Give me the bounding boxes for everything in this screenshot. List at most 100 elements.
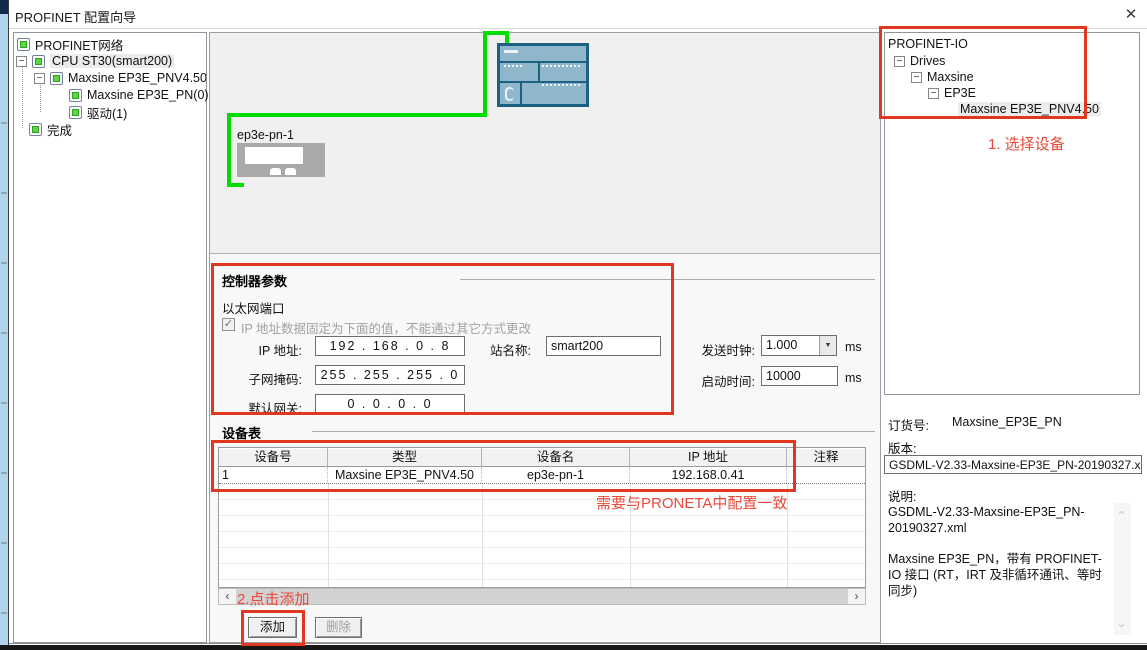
column-header-device-no[interactable]: 设备号 xyxy=(219,448,328,467)
cell-type: Maxsine EP3E_PNV4.50 xyxy=(328,467,482,483)
table-horizontal-scrollbar[interactable]: ‹ › xyxy=(218,588,866,605)
collapse-icon[interactable]: − xyxy=(894,56,905,67)
table-row[interactable]: 1 Maxsine EP3E_PNV4.50 ep3e-pn-1 192.168… xyxy=(219,467,865,484)
tree-guide-line xyxy=(22,64,23,128)
page-icon xyxy=(50,72,63,85)
cell-ip: 192.168.0.41 xyxy=(630,467,787,483)
catalog-item-label: EP3E xyxy=(944,86,976,100)
column-header-ip[interactable]: IP 地址 xyxy=(630,448,787,467)
catalog-item-label: Maxsine EP3E_PNV4.50 xyxy=(958,102,1101,116)
station-name-field[interactable]: smart200 xyxy=(546,336,661,356)
scroll-up-icon[interactable]: ‹ xyxy=(1115,506,1130,519)
catalog-item-profinet-io[interactable]: PROFINET-IO xyxy=(888,36,968,52)
catalog-item-drives[interactable]: − Drives xyxy=(894,53,945,69)
cell-device-no: 1 xyxy=(219,467,328,483)
profinet-wire xyxy=(483,31,487,117)
add-button[interactable]: 添加 xyxy=(248,617,297,638)
collapse-icon[interactable]: − xyxy=(928,88,939,99)
nav-item-maxsine-ep3e-pn0[interactable]: Maxsine EP3E_PN(0) xyxy=(69,87,209,103)
startup-time-label: 启动时间: xyxy=(678,371,755,390)
catalog-item-label: Maxsine xyxy=(927,70,974,84)
annotation-step2: 2.点击添加 xyxy=(237,588,310,609)
ip-address-label: IP 地址: xyxy=(222,340,302,359)
nav-item-label: Maxsine EP3E_PNV4.50-ep3e xyxy=(68,71,206,85)
background-app-bottom xyxy=(0,645,1147,650)
gateway-field[interactable]: 0 . 0 . 0 . 0 xyxy=(315,394,465,414)
description-label: 说明: xyxy=(888,486,916,505)
group-separator xyxy=(460,279,875,280)
station-name-label: 站名称: xyxy=(490,340,531,359)
startup-time-field[interactable]: 10000 xyxy=(761,366,838,386)
profinet-wire xyxy=(227,113,231,187)
send-clock-combobox[interactable]: 1.000 ▼ xyxy=(761,335,837,356)
catalog-item-ep3e[interactable]: − EP3E xyxy=(928,85,976,101)
annotation-step1: 1. 选择设备 xyxy=(988,133,1065,154)
scroll-down-icon[interactable]: › xyxy=(1115,619,1130,632)
column-header-type[interactable]: 类型 xyxy=(328,448,482,467)
nav-item-label: 完成 xyxy=(47,120,72,139)
catalog-item-maxsine[interactable]: − Maxsine xyxy=(911,69,974,85)
background-app-marks xyxy=(1,60,7,640)
collapse-icon[interactable]: − xyxy=(911,72,922,83)
scroll-left-icon[interactable]: ‹ xyxy=(219,589,236,604)
cell-comment xyxy=(787,467,865,483)
background-app-fragment xyxy=(0,0,8,14)
profinet-wire xyxy=(227,113,487,117)
ip-fixed-checkbox-label: IP 地址数据固定为下面的值，不能通过其它方式更改 xyxy=(241,318,531,337)
collapse-icon[interactable]: − xyxy=(16,56,27,67)
nav-item-maxsine-device[interactable]: − Maxsine EP3E_PNV4.50-ep3e xyxy=(34,70,206,86)
cpu-device-graphic[interactable] xyxy=(497,43,589,107)
description-scrollbar[interactable]: ‹ › xyxy=(1114,503,1131,635)
version-field[interactable]: GSDML-V2.33-Maxsine-EP3E_PN-20190327.xml xyxy=(884,455,1142,474)
annotation-note: 需要与PRONETA中配置一致 xyxy=(596,492,787,513)
nav-item-label: PROFINET网络 xyxy=(35,35,123,54)
device-node-label: ep3e-pn-1 xyxy=(237,128,294,142)
page-icon xyxy=(17,38,30,51)
device-screen xyxy=(245,147,303,164)
nav-item-finish[interactable]: 完成 xyxy=(29,121,72,137)
page-icon xyxy=(69,106,82,119)
nav-item-label: Maxsine EP3E_PN(0) xyxy=(87,88,209,102)
catalog-panel xyxy=(884,32,1140,395)
send-clock-label: 发送时钟: xyxy=(685,340,755,359)
page-icon xyxy=(69,89,82,102)
dialog-title: PROFINET 配置向导 xyxy=(15,7,136,26)
catalog-item-maxsine-ep3e-pnv450[interactable]: Maxsine EP3E_PNV4.50 xyxy=(958,101,1101,117)
send-clock-unit: ms xyxy=(845,340,862,354)
plc-logo xyxy=(504,50,518,53)
ip-fixed-checkbox[interactable]: ✓ xyxy=(222,318,235,331)
send-clock-value: 1.000 xyxy=(762,336,819,355)
column-header-comment[interactable]: 注释 xyxy=(787,448,865,467)
ep3e-device-graphic[interactable] xyxy=(237,143,325,177)
device-table-title: 设备表 xyxy=(222,423,261,442)
cell-device-name: ep3e-pn-1 xyxy=(482,467,630,483)
ip-address-field[interactable]: 192 . 168 . 0 . 8 xyxy=(315,336,465,356)
nav-item-drive1[interactable]: 驱动(1) xyxy=(69,104,127,120)
startup-time-unit: ms xyxy=(845,371,862,385)
delete-button[interactable]: 删除 xyxy=(315,617,362,638)
ethernet-port-label: 以太网端口 xyxy=(222,298,285,317)
chevron-down-icon[interactable]: ▼ xyxy=(819,336,836,355)
column-header-device-name[interactable]: 设备名 xyxy=(482,448,630,467)
page-icon xyxy=(29,123,42,136)
description-line-1: GSDML-V2.33-Maxsine-EP3E_PN-20190327.xml xyxy=(888,504,1112,537)
order-number-value: Maxsine_EP3E_PN xyxy=(952,415,1062,429)
page-icon xyxy=(32,55,45,68)
group-separator xyxy=(312,431,875,432)
profinet-wire xyxy=(227,183,244,187)
close-icon[interactable]: ✕ xyxy=(1117,4,1145,26)
screen: { "window": { "title": "PROFINET 配置向导" }… xyxy=(0,0,1147,650)
collapse-icon[interactable]: − xyxy=(34,73,45,84)
gateway-label: 默认网关: xyxy=(222,398,302,417)
nav-item-profinet-network[interactable]: PROFINET网络 xyxy=(17,36,123,52)
order-number-label: 订货号: xyxy=(888,415,929,434)
device-table: 设备号 类型 设备名 IP 地址 注释 1 Maxsine EP3E_PNV4.… xyxy=(218,447,866,588)
nav-item-cpu-st30[interactable]: − CPU ST30(smart200) xyxy=(16,53,174,69)
plc-port-icon xyxy=(505,87,514,101)
device-table-header: 设备号 类型 设备名 IP 地址 注释 xyxy=(219,448,865,467)
catalog-item-label: Drives xyxy=(910,54,945,68)
subnet-mask-field[interactable]: 255 . 255 . 255 . 0 xyxy=(315,365,465,385)
scroll-right-icon[interactable]: › xyxy=(848,589,865,604)
controller-params-title: 控制器参数 xyxy=(222,271,287,290)
subnet-mask-label: 子网掩码: xyxy=(222,369,302,388)
